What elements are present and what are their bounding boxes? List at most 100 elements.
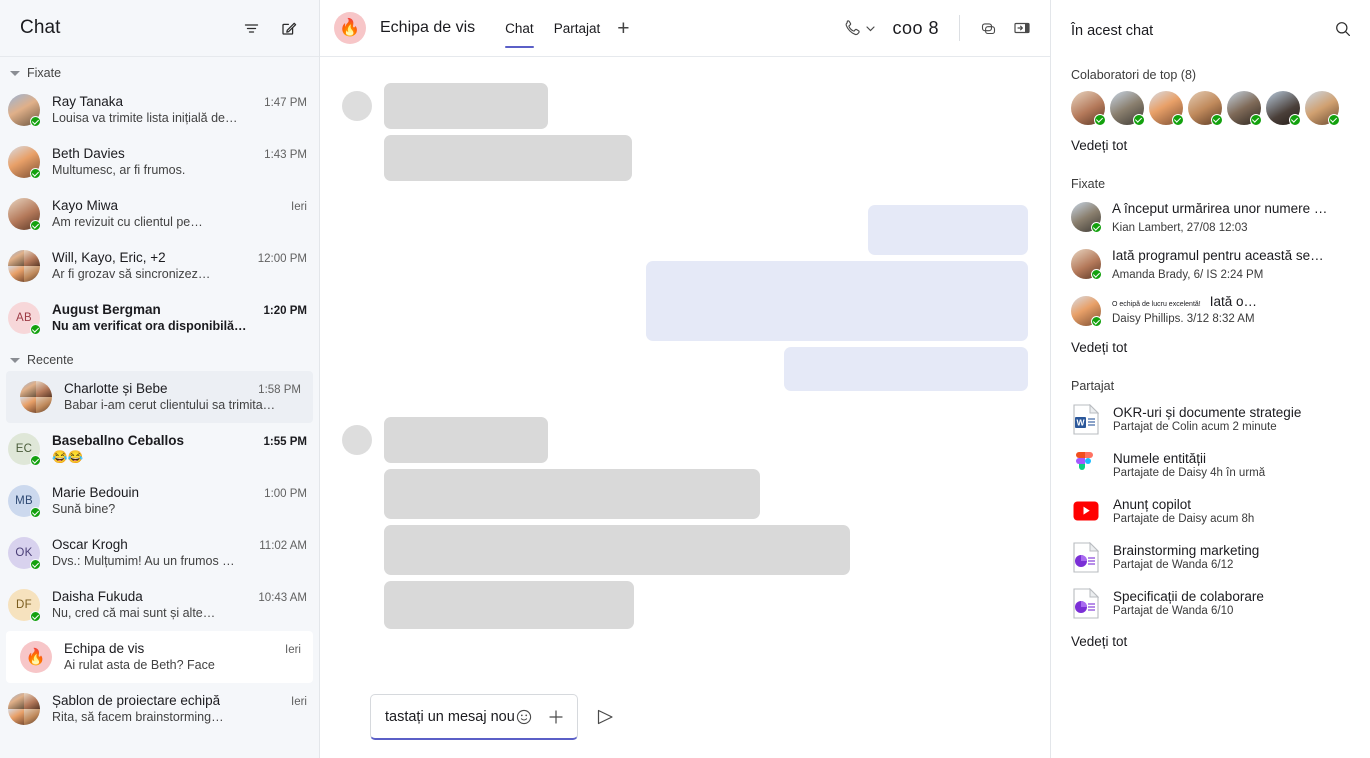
chat-list-item[interactable]: 🔥 Echipa de vis Ieri Ai rulat asta de Beth?…: [6, 631, 313, 683]
message-group-incoming: [342, 83, 1028, 181]
message-bubble[interactable]: [384, 83, 548, 129]
message-bubble[interactable]: [384, 417, 548, 463]
contributor-avatar[interactable]: [1305, 91, 1340, 126]
pinned-message-item[interactable]: Iată programul pentru această se… Amanda …: [1071, 247, 1356, 283]
message-bubble[interactable]: [384, 469, 760, 519]
chat-list-item[interactable]: MB Marie Bedouin 1:00 PM Sună bine?: [0, 475, 319, 527]
call-button[interactable]: [838, 14, 880, 42]
tab-chat[interactable]: Chat: [497, 0, 542, 56]
pinned-message-title: A început urmărirea unor numere …: [1112, 201, 1328, 216]
shared-file-item[interactable]: Specificații de colaborare Partajat de Wa…: [1071, 586, 1356, 620]
see-all-contributors[interactable]: Vedeți tot: [1071, 138, 1356, 153]
message-bubble[interactable]: [384, 525, 850, 575]
see-all-shared[interactable]: Vedeți tot: [1071, 634, 1356, 649]
tab-partajat[interactable]: Partajat: [546, 0, 609, 56]
avatar: 🔥: [334, 12, 366, 44]
presence-available-icon: [30, 611, 41, 622]
svg-text:W: W: [1076, 417, 1085, 427]
open-panel-icon[interactable]: [1008, 14, 1036, 42]
shared-file-item[interactable]: Brainstorming marketing Partajat de Wanda…: [1071, 540, 1356, 574]
shared-file-meta: Partajat de Wanda 6/12: [1113, 559, 1234, 571]
conversation-header-actions: coo 8: [838, 14, 1036, 42]
pinned-message-item[interactable]: O echipă de lucru excelentă! Iată o… Daisy…: [1071, 294, 1356, 327]
chat-item-time: 1:43 PM: [264, 148, 307, 161]
chat-list-item[interactable]: DF Daisha Fukuda 10:43 AM Nu, cred că mai s…: [0, 579, 319, 631]
compose-icon[interactable]: [275, 14, 303, 42]
shared-file-meta: Partajat de Wanda 6/10: [1113, 605, 1234, 617]
call-icon: [846, 20, 861, 36]
contributor-avatar[interactable]: [1071, 91, 1106, 126]
shared-file-item[interactable]: Numele entității Partajate de Daisy 4h în…: [1071, 448, 1356, 482]
contributor-avatar[interactable]: [1149, 91, 1184, 126]
chat-item-body: Charlotte și Bebe 1:58 PM Babar i-am cerut…: [64, 381, 301, 414]
chat-item-body: Beth Davies 1:43 PM Multumesc, ar fi frumo…: [52, 146, 307, 179]
filter-icon[interactable]: [237, 14, 265, 42]
message-bubble[interactable]: [868, 205, 1028, 255]
powerpoint-file-icon: [1071, 586, 1101, 620]
contributor-avatar[interactable]: [1266, 91, 1301, 126]
chat-item-name: Șablon de proiectare echipă: [52, 692, 221, 708]
message-composer[interactable]: tastați un mesaj nou: [370, 694, 578, 740]
copilot-icon[interactable]: [974, 14, 1002, 42]
chat-item-name: Oscar Krogh: [52, 536, 128, 552]
details-panel-title: În acest chat: [1071, 23, 1154, 39]
presence-available-icon: [1328, 114, 1340, 126]
chat-list-item[interactable]: Kayo Miwa Ieri Am revizuit cu clientul pe…: [0, 188, 319, 240]
top-contributors-avatars[interactable]: [1071, 91, 1356, 126]
chat-item-time: Ieri: [285, 643, 301, 656]
plus-icon[interactable]: [547, 708, 565, 726]
chat-item-name: Daisha Fukuda: [52, 588, 143, 604]
emoji-icon[interactable]: [515, 708, 533, 726]
message-bubble[interactable]: [384, 135, 632, 181]
chat-item-preview: Babar i-am cerut clientului sa trimita…: [64, 397, 276, 412]
chat-list-item[interactable]: Charlotte și Bebe 1:58 PM Babar i-am cerut…: [6, 371, 313, 423]
chat-group-label: Recente: [27, 353, 74, 367]
avatar: [342, 91, 372, 121]
contributor-avatar[interactable]: [1188, 91, 1223, 126]
add-tab-button[interactable]: +: [608, 18, 638, 39]
message-bubble[interactable]: [784, 347, 1028, 391]
contributor-avatar[interactable]: [1227, 91, 1262, 126]
group-avatar: [8, 693, 40, 725]
chat-item-time: 12:00 PM: [257, 252, 307, 265]
contributor-avatar[interactable]: [1110, 91, 1145, 126]
pinned-messages-list[interactable]: A început urmărirea unor numere … Kian La…: [1071, 200, 1356, 338]
presence-available-icon: [1211, 114, 1223, 126]
chat-item-time: Ieri: [291, 695, 307, 708]
message-input[interactable]: tastați un mesaj nou: [385, 709, 515, 725]
shared-file-meta: Partajate de Daisy 4h în urmă: [1113, 467, 1266, 479]
send-button[interactable]: [594, 706, 616, 728]
chat-group-header[interactable]: Fixate: [0, 57, 319, 84]
conversation-tabs[interactable]: Chat Partajat: [497, 0, 608, 56]
shared-file-title: Brainstorming marketing: [1113, 543, 1260, 558]
pinned-message-meta: Kian Lambert, 27/08 12:03: [1112, 222, 1248, 234]
group-avatar: [20, 381, 52, 413]
pinned-message-item[interactable]: A început urmărirea unor numere … Kian La…: [1071, 200, 1356, 236]
chat-list-item[interactable]: Beth Davies 1:43 PM Multumesc, ar fi frumo…: [0, 136, 319, 188]
chat-list-item[interactable]: EC Baseballno Ceballos 1:55 PM 😂😂: [0, 423, 319, 475]
chat-list-item[interactable]: Ray Tanaka 1:47 PM Louisa va trimite lista…: [0, 84, 319, 136]
avatar: [1071, 296, 1102, 327]
chat-group-header[interactable]: Recente: [0, 344, 319, 371]
shared-file-title: Specificații de colaborare: [1113, 589, 1264, 604]
chat-list-item[interactable]: Șablon de proiectare echipă Ieri Rita, să …: [0, 683, 319, 735]
shared-file-item[interactable]: W OKR-uri și documente strategie Partajat …: [1071, 402, 1356, 436]
youtube-video-icon: [1073, 501, 1099, 521]
see-all-pinned[interactable]: Vedeți tot: [1071, 340, 1356, 355]
avatar: [20, 381, 52, 413]
presence-available-icon: [30, 168, 41, 179]
message-bubble[interactable]: [646, 261, 1028, 341]
shared-files-list[interactable]: W OKR-uri și documente strategie Partajat …: [1071, 402, 1356, 632]
chat-item-time: Ieri: [291, 200, 307, 213]
shared-file-meta: Partajate de Daisy acum 8h: [1113, 513, 1255, 525]
chat-list[interactable]: Fixate Ray Tanaka 1:47 PM Louisa va trimite…: [0, 57, 319, 758]
send-icon: [597, 709, 613, 725]
search-icon[interactable]: [1330, 16, 1356, 47]
chat-list-item[interactable]: AB August Bergman 1:20 PM Nu am verificat o…: [0, 292, 319, 344]
chat-list-item[interactable]: Will, Kayo, Eric, +2 12:00 PM Ar fi grozav…: [0, 240, 319, 292]
chat-item-body: Daisha Fukuda 10:43 AM Nu, cred că mai sun…: [52, 589, 307, 622]
shared-file-item[interactable]: Anunț copilot Partajate de Daisy acum 8h: [1071, 494, 1356, 528]
message-bubble[interactable]: [384, 581, 634, 629]
chat-list-item[interactable]: OK Oscar Krogh 11:02 AM Dvs.: Mulțumim! Au …: [0, 527, 319, 579]
conversation-header: 🔥 Echipa de vis Chat Partajat + coo 8: [320, 0, 1050, 57]
